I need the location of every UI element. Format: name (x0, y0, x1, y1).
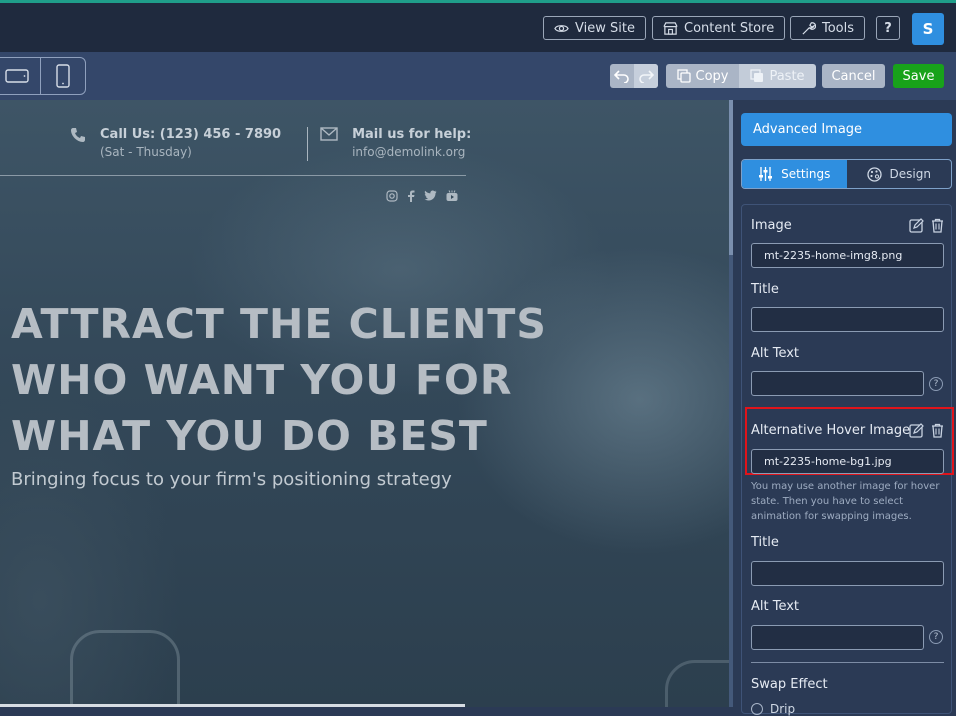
image-label: Image (751, 218, 792, 233)
envelope-icon (320, 127, 338, 141)
tablet-icon (5, 69, 29, 83)
trash-icon[interactable] (930, 218, 945, 233)
call-contact: Call Us: (123) 456 - 7890 (Sat - Thusday… (70, 127, 281, 159)
top-bar: View Site Content Store Tools ? S (0, 3, 956, 52)
edit-icon[interactable] (909, 218, 924, 233)
settings-fields: Image mt-2235-home-img8.png Title Alt Te… (741, 204, 954, 716)
title-input[interactable] (751, 307, 944, 332)
contact-divider (307, 127, 309, 161)
tablet-preview-button[interactable] (0, 58, 41, 94)
sliders-icon (759, 167, 773, 181)
paste-label: Paste (769, 68, 805, 84)
page-canvas-preview[interactable]: Call Us: (123) 456 - 7890 (Sat - Thusday… (0, 100, 729, 707)
device-preview-group (0, 57, 86, 95)
social-icons (386, 190, 458, 202)
undo-icon (614, 70, 629, 83)
hover-image-filename-field[interactable]: mt-2235-home-bg1.jpg (751, 449, 944, 474)
background-chair-shape (665, 660, 729, 707)
swap-effect-option-label: Drip (770, 702, 796, 716)
alt-text-input-2[interactable] (751, 625, 924, 650)
properties-panel: Advanced Image Settings Design Image mt-… (733, 100, 956, 716)
panel-tabs: Settings Design (741, 159, 952, 189)
alt-text-label-2: Alt Text (751, 599, 800, 614)
help-button[interactable]: ? (876, 16, 900, 40)
instagram-icon[interactable] (386, 190, 398, 202)
copy-button[interactable]: Copy (666, 64, 739, 88)
background-chair-shape (70, 630, 180, 707)
copy-icon (676, 69, 691, 83)
facebook-icon[interactable] (407, 190, 415, 202)
trash-icon[interactable] (930, 423, 945, 438)
hero-subheadline: Bringing focus to your firm's positionin… (11, 469, 452, 490)
mail-contact: Mail us for help: info@demolink.org (320, 127, 471, 159)
image-filename-field[interactable]: mt-2235-home-img8.png (751, 243, 944, 268)
youtube-icon[interactable] (446, 190, 458, 202)
hover-image-label: Alternative Hover Image (751, 423, 911, 438)
palette-icon (866, 166, 882, 182)
twitter-icon[interactable] (424, 190, 437, 201)
eye-icon (554, 24, 569, 32)
title-label: Title (751, 282, 779, 297)
mobile-icon (56, 64, 70, 88)
redo-icon (639, 70, 654, 83)
panel-title: Advanced Image (741, 113, 952, 146)
alt-text-label: Alt Text (751, 346, 800, 361)
copy-label: Copy (695, 68, 729, 84)
alt-text-input[interactable] (751, 371, 924, 396)
editor-toolbar: Copy Paste Cancel Save (0, 52, 956, 100)
tab-settings-label: Settings (781, 167, 831, 181)
undo-button[interactable] (610, 64, 634, 88)
view-site-label: View Site (575, 20, 635, 36)
hover-image-actions (909, 423, 945, 438)
tools-label: Tools (822, 20, 855, 36)
clipboard-group: Copy Paste (666, 64, 816, 88)
image-actions (909, 218, 945, 233)
edit-icon[interactable] (909, 423, 924, 438)
redo-button[interactable] (634, 64, 658, 88)
paste-button[interactable]: Paste (739, 64, 816, 88)
mobile-preview-button[interactable] (41, 58, 86, 94)
title-input-2[interactable] (751, 561, 944, 586)
mail-address: info@demolink.org (352, 145, 466, 159)
swap-effect-radio[interactable] (751, 703, 763, 715)
hover-image-help-text: You may use another image for hover stat… (751, 481, 940, 522)
wrench-icon (802, 21, 816, 35)
phone-icon (71, 128, 85, 142)
hero-headline-line: WHO WANT YOU FOR (11, 356, 513, 404)
cancel-button[interactable]: Cancel (822, 64, 885, 88)
tools-button[interactable]: Tools (790, 16, 866, 40)
user-avatar[interactable]: S (912, 13, 944, 45)
contact-row: Call Us: (123) 456 - 7890 (Sat - Thusday… (70, 127, 471, 161)
tab-design-label: Design (889, 167, 931, 181)
call-hours: (Sat - Thusday) (100, 145, 192, 159)
swap-effect-label: Swap Effect (751, 677, 828, 692)
content-store-label: Content Store (684, 20, 775, 36)
paste-icon (750, 69, 764, 82)
hero-headline-line: ATTRACT THE CLIENTS (11, 300, 547, 348)
save-button[interactable]: Save (893, 64, 944, 88)
section-divider (751, 662, 944, 663)
header-divider (0, 175, 466, 176)
call-title: Call Us: (123) 456 - 7890 (100, 127, 282, 142)
hero-headline-line: WHAT YOU DO BEST (11, 412, 488, 460)
help-question-icon[interactable]: ? (929, 377, 943, 391)
help-question-icon[interactable]: ? (929, 630, 943, 644)
undo-redo-group (610, 64, 658, 88)
tab-design[interactable]: Design (847, 160, 952, 188)
view-site-button[interactable]: View Site (543, 16, 646, 40)
mail-title: Mail us for help: (352, 127, 472, 142)
hero-headline: ATTRACT THE CLIENTS WHO WANT YOU FOR WHA… (11, 296, 547, 464)
content-store-button[interactable]: Content Store (652, 16, 786, 40)
store-icon (663, 21, 678, 35)
tab-settings[interactable]: Settings (742, 160, 847, 188)
title-label-2: Title (751, 535, 779, 550)
